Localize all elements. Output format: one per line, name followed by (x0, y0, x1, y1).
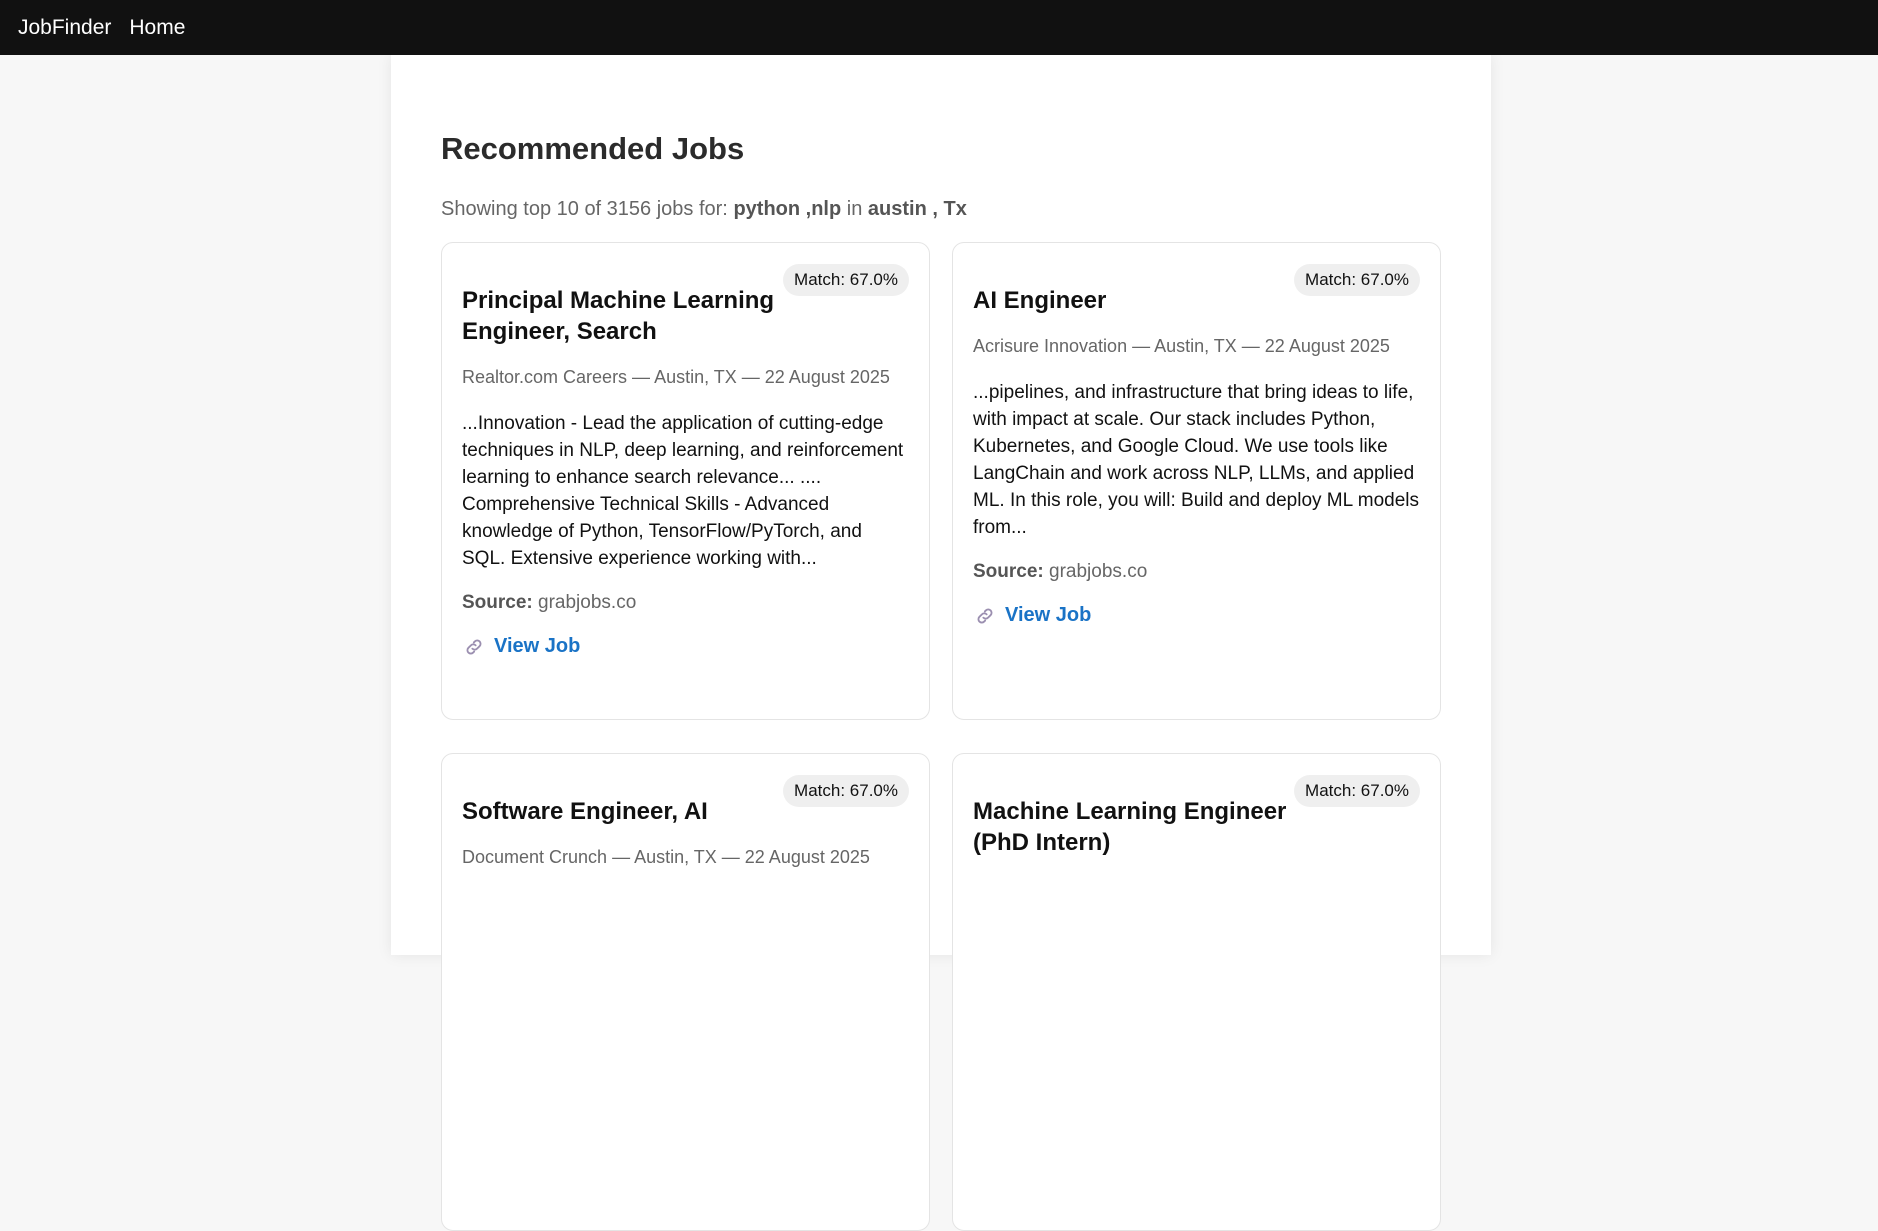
job-description: ...Innovation - Lead the application of … (462, 413, 904, 569)
page-title: Recommended Jobs (441, 131, 745, 166)
source-label: Source: (462, 592, 533, 613)
job-card: Match: 67.0% AI Engineer Acrisure Innova… (952, 242, 1441, 720)
job-source: Source: grabjobs.co (462, 592, 909, 614)
top-navbar: JobFinder Home (0, 0, 1878, 55)
job-title: Principal Machine Learning Engineer, Sea… (462, 287, 775, 345)
link-icon (977, 608, 993, 623)
view-job-label: View Job (1005, 604, 1092, 626)
job-card: Match: 67.0% Machine Learning Engineer (… (952, 753, 1441, 1231)
job-description: ...pipelines, and infrastructure that br… (973, 382, 1420, 538)
view-job-label: View Job (494, 635, 581, 657)
query-terms: python ,nlp (733, 198, 842, 220)
main-container: Recommended Jobs Showing top 10 of 3156 … (391, 55, 1491, 1231)
brand-link[interactable]: JobFinder (18, 16, 111, 40)
summary-in: in (846, 198, 863, 220)
job-source: Source: grabjobs.co (973, 561, 1420, 583)
link-icon (466, 639, 482, 654)
job-title: Machine Learning Engineer (PhD Intern) (973, 798, 1287, 856)
summary-prefix: Showing top 10 of 3156 jobs for: (441, 198, 728, 220)
job-title: Software Engineer, AI (462, 798, 708, 825)
match-badge: Match: 67.0% (783, 264, 909, 296)
job-card: Match: 67.0% Software Engineer, AI Docum… (441, 753, 930, 1231)
query-location: austin , Tx (867, 198, 967, 220)
match-badge: Match: 67.0% (1294, 775, 1420, 807)
source-label: Source: (973, 561, 1044, 582)
results-summary: Showing top 10 of 3156 jobs for: python … (441, 198, 967, 221)
job-meta: Document Crunch — Austin, TX — 22 August… (462, 847, 870, 867)
job-title: AI Engineer (973, 287, 1107, 314)
job-card: Match: 67.0% Principal Machine Learning … (441, 242, 930, 720)
view-job-link[interactable]: View Job (462, 635, 580, 658)
source-value: grabjobs.co (1049, 561, 1148, 582)
job-grid: Match: 67.0% Principal Machine Learning … (441, 242, 1441, 1231)
match-badge: Match: 67.0% (783, 775, 909, 807)
source-value: grabjobs.co (538, 592, 637, 613)
job-meta: Acrisure Innovation — Austin, TX — 22 Au… (973, 336, 1390, 356)
view-job-link[interactable]: View Job (973, 604, 1091, 627)
match-badge: Match: 67.0% (1294, 264, 1420, 296)
home-link[interactable]: Home (129, 16, 185, 40)
job-meta: Realtor.com Careers — Austin, TX — 22 Au… (462, 367, 890, 387)
